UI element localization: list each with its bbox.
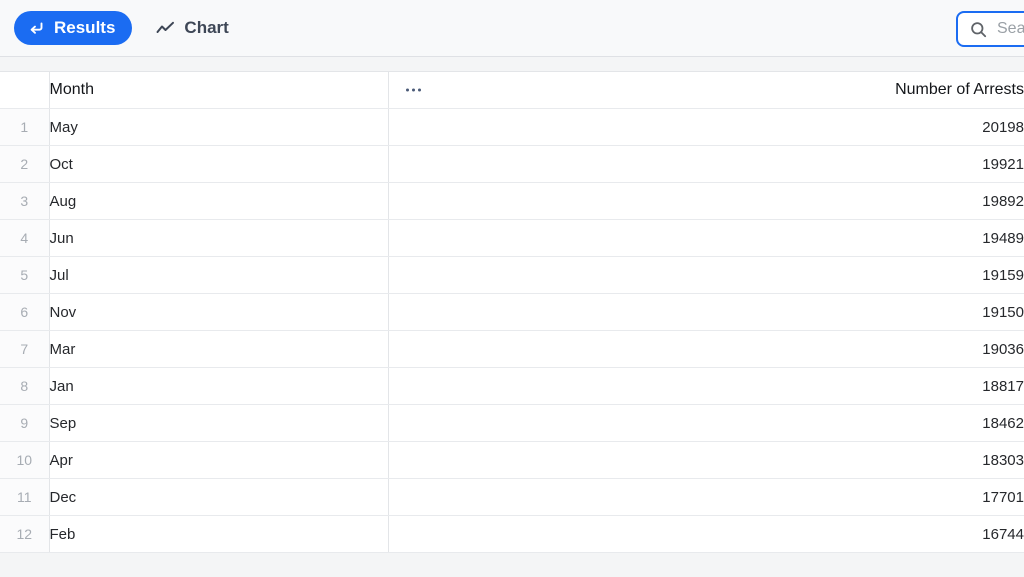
cell-month[interactable]: Jan: [49, 367, 389, 405]
cell-arrests[interactable]: 16744: [388, 515, 1024, 553]
table-row[interactable]: 4 Jun 19489: [0, 219, 1024, 257]
cell-arrests[interactable]: 19489: [388, 219, 1024, 257]
table-row[interactable]: 9 Sep 18462: [0, 404, 1024, 442]
column-header-arrests-label: Number of Arrests: [895, 81, 1024, 98]
row-index: 8: [0, 367, 50, 405]
search-box[interactable]: [956, 11, 1024, 47]
table-row[interactable]: 1 May 20198: [0, 108, 1024, 146]
table-row[interactable]: 11 Dec 17701: [0, 478, 1024, 516]
table-header-row: Month Number of Arrests: [0, 71, 1024, 109]
cell-month[interactable]: Apr: [49, 441, 389, 479]
cell-month[interactable]: Feb: [49, 515, 389, 553]
cell-arrests[interactable]: 19150: [388, 293, 1024, 331]
table-row[interactable]: 5 Jul 19159: [0, 256, 1024, 294]
row-index: 5: [0, 256, 50, 294]
cell-month[interactable]: May: [49, 108, 389, 146]
results-table: Month Number of Arrests 1 May 20198 2 Oct 199…: [0, 71, 1024, 553]
return-arrow-icon: [28, 20, 45, 37]
search-icon: [970, 21, 987, 38]
cell-month[interactable]: Dec: [49, 478, 389, 516]
cell-month[interactable]: Oct: [49, 145, 389, 183]
table-row[interactable]: 8 Jan 18817: [0, 367, 1024, 405]
results-table-area: Month Number of Arrests 1 May 20198 2 Oct 199…: [0, 57, 1024, 577]
cell-arrests[interactable]: 19892: [388, 182, 1024, 220]
row-index: 9: [0, 404, 50, 442]
cell-arrests[interactable]: 17701: [388, 478, 1024, 516]
row-index: 11: [0, 478, 50, 516]
row-index: 6: [0, 293, 50, 331]
table-row[interactable]: 6 Nov 19150: [0, 293, 1024, 331]
cell-month[interactable]: Mar: [49, 330, 389, 368]
cell-arrests[interactable]: 19159: [388, 256, 1024, 294]
results-toolbar: Results Chart: [0, 0, 1024, 57]
row-index: 3: [0, 182, 50, 220]
cell-arrests[interactable]: 18817: [388, 367, 1024, 405]
cell-arrests[interactable]: 18303: [388, 441, 1024, 479]
row-index: 10: [0, 441, 50, 479]
cell-month[interactable]: Sep: [49, 404, 389, 442]
cell-arrests[interactable]: 19921: [388, 145, 1024, 183]
row-index: 4: [0, 219, 50, 257]
table-header: Month Number of Arrests: [0, 71, 1024, 109]
table-row[interactable]: 10 Apr 18303: [0, 441, 1024, 479]
cell-month[interactable]: Jun: [49, 219, 389, 257]
cell-arrests[interactable]: 20198: [388, 108, 1024, 146]
column-header-arrests[interactable]: Number of Arrests: [388, 71, 1024, 109]
table-row[interactable]: 3 Aug 19892: [0, 182, 1024, 220]
cell-month[interactable]: Jul: [49, 256, 389, 294]
search-input[interactable]: [997, 20, 1024, 38]
row-index: 12: [0, 515, 50, 553]
column-header-index: [0, 71, 50, 109]
row-index: 2: [0, 145, 50, 183]
column-header-month[interactable]: Month: [49, 71, 389, 109]
cell-arrests[interactable]: 18462: [388, 404, 1024, 442]
tab-results-label: Results: [54, 18, 116, 37]
column-options-icon[interactable]: [405, 88, 421, 92]
tab-chart[interactable]: Chart: [146, 11, 245, 45]
tab-chart-label: Chart: [184, 18, 229, 37]
line-chart-icon: [156, 21, 175, 36]
table-row[interactable]: 2 Oct 19921: [0, 145, 1024, 183]
table-row[interactable]: 7 Mar 19036: [0, 330, 1024, 368]
table-body: 1 May 20198 2 Oct 19921 3 Aug 19892 4 Jun 19489 5 Jul…: [0, 108, 1024, 553]
cell-month[interactable]: Nov: [49, 293, 389, 331]
cell-month[interactable]: Aug: [49, 182, 389, 220]
row-index: 7: [0, 330, 50, 368]
table-row[interactable]: 12 Feb 16744: [0, 515, 1024, 553]
row-index: 1: [0, 108, 50, 146]
cell-arrests[interactable]: 19036: [388, 330, 1024, 368]
tab-results[interactable]: Results: [14, 11, 133, 45]
